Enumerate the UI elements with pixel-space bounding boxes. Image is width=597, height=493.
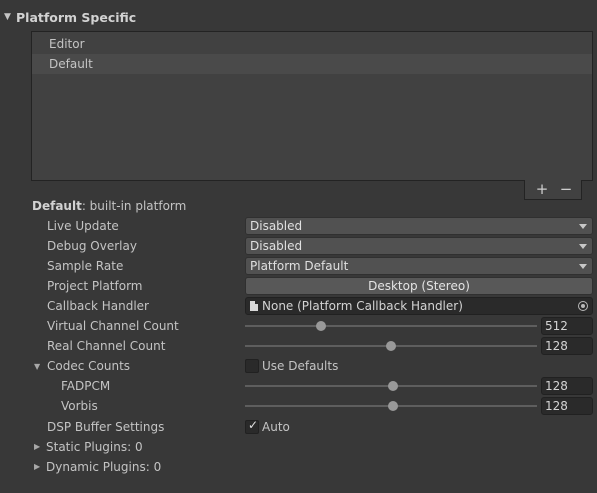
live-update-value: Disabled bbox=[250, 219, 303, 233]
virtual-channel-slider-track[interactable] bbox=[245, 325, 537, 327]
sample-rate-value: Platform Default bbox=[250, 259, 349, 273]
platform-list[interactable]: Editor Default bbox=[31, 31, 593, 181]
list-item-default[interactable]: Default bbox=[32, 54, 592, 74]
virtual-channel-slider-thumb[interactable] bbox=[316, 321, 326, 331]
foldout-expanded-icon[interactable]: ▼ bbox=[4, 12, 11, 22]
real-channel-count-label: Real Channel Count bbox=[47, 339, 166, 353]
use-defaults-checkbox[interactable] bbox=[245, 359, 259, 373]
static-plugins-label[interactable]: Static Plugins: 0 bbox=[46, 438, 143, 456]
callback-handler-label: Callback Handler bbox=[47, 299, 149, 313]
object-picker-icon[interactable] bbox=[578, 301, 588, 311]
debug-overlay-label: Debug Overlay bbox=[47, 239, 137, 253]
auto-label: Auto bbox=[262, 420, 290, 434]
callback-handler-value: None (Platform Callback Handler) bbox=[262, 299, 463, 313]
real-channel-count-input[interactable]: 128 bbox=[541, 337, 593, 355]
fadpcm-slider-thumb[interactable] bbox=[388, 381, 398, 391]
platform-specific-header[interactable]: ▼ Platform Specific bbox=[0, 0, 597, 32]
list-item-editor[interactable]: Editor bbox=[32, 34, 592, 54]
use-defaults-label: Use Defaults bbox=[262, 359, 339, 373]
chevron-down-icon bbox=[579, 224, 587, 229]
section-title: Platform Specific bbox=[16, 10, 137, 25]
document-icon bbox=[250, 301, 258, 311]
remove-platform-button[interactable]: − bbox=[555, 180, 577, 200]
real-channel-slider-thumb[interactable] bbox=[386, 341, 396, 351]
fadpcm-input[interactable]: 128 bbox=[541, 377, 593, 395]
codec-counts-label[interactable]: Codec Counts bbox=[47, 357, 130, 375]
dynamic-plugins-label[interactable]: Dynamic Plugins: 0 bbox=[46, 458, 161, 476]
virtual-channel-count-input[interactable]: 512 bbox=[541, 317, 593, 335]
debug-overlay-value: Disabled bbox=[250, 239, 303, 253]
current-platform-label: Default: built-in platform bbox=[32, 199, 186, 213]
dsp-buffer-label: DSP Buffer Settings bbox=[47, 420, 165, 434]
vorbis-slider-thumb[interactable] bbox=[388, 401, 398, 411]
auto-checkbox[interactable]: ✓ bbox=[245, 418, 259, 434]
project-platform-label: Project Platform bbox=[47, 279, 143, 293]
foldout-collapsed-icon[interactable]: ▶ bbox=[34, 442, 40, 451]
live-update-dropdown[interactable]: Disabled bbox=[245, 217, 593, 235]
chevron-down-icon bbox=[579, 244, 587, 249]
chevron-down-icon bbox=[579, 264, 587, 269]
fadpcm-label: FADPCM bbox=[61, 379, 111, 393]
live-update-label: Live Update bbox=[47, 219, 119, 233]
foldout-expanded-icon[interactable]: ▼ bbox=[34, 362, 40, 371]
project-platform-button[interactable]: Desktop (Stereo) bbox=[245, 277, 593, 295]
list-footer: + − bbox=[524, 180, 582, 200]
debug-overlay-dropdown[interactable]: Disabled bbox=[245, 237, 593, 255]
checkmark-icon: ✓ bbox=[248, 418, 259, 432]
vorbis-label: Vorbis bbox=[61, 399, 98, 413]
vorbis-input[interactable]: 128 bbox=[541, 397, 593, 415]
callback-handler-field[interactable]: None (Platform Callback Handler) bbox=[245, 297, 593, 315]
current-platform-name: Default bbox=[32, 199, 82, 213]
add-platform-button[interactable]: + bbox=[531, 180, 553, 200]
sample-rate-label: Sample Rate bbox=[47, 259, 124, 273]
sample-rate-dropdown[interactable]: Platform Default bbox=[245, 257, 593, 275]
foldout-collapsed-icon[interactable]: ▶ bbox=[34, 462, 40, 471]
virtual-channel-count-label: Virtual Channel Count bbox=[47, 319, 179, 333]
current-platform-suffix: : built-in platform bbox=[81, 199, 187, 213]
